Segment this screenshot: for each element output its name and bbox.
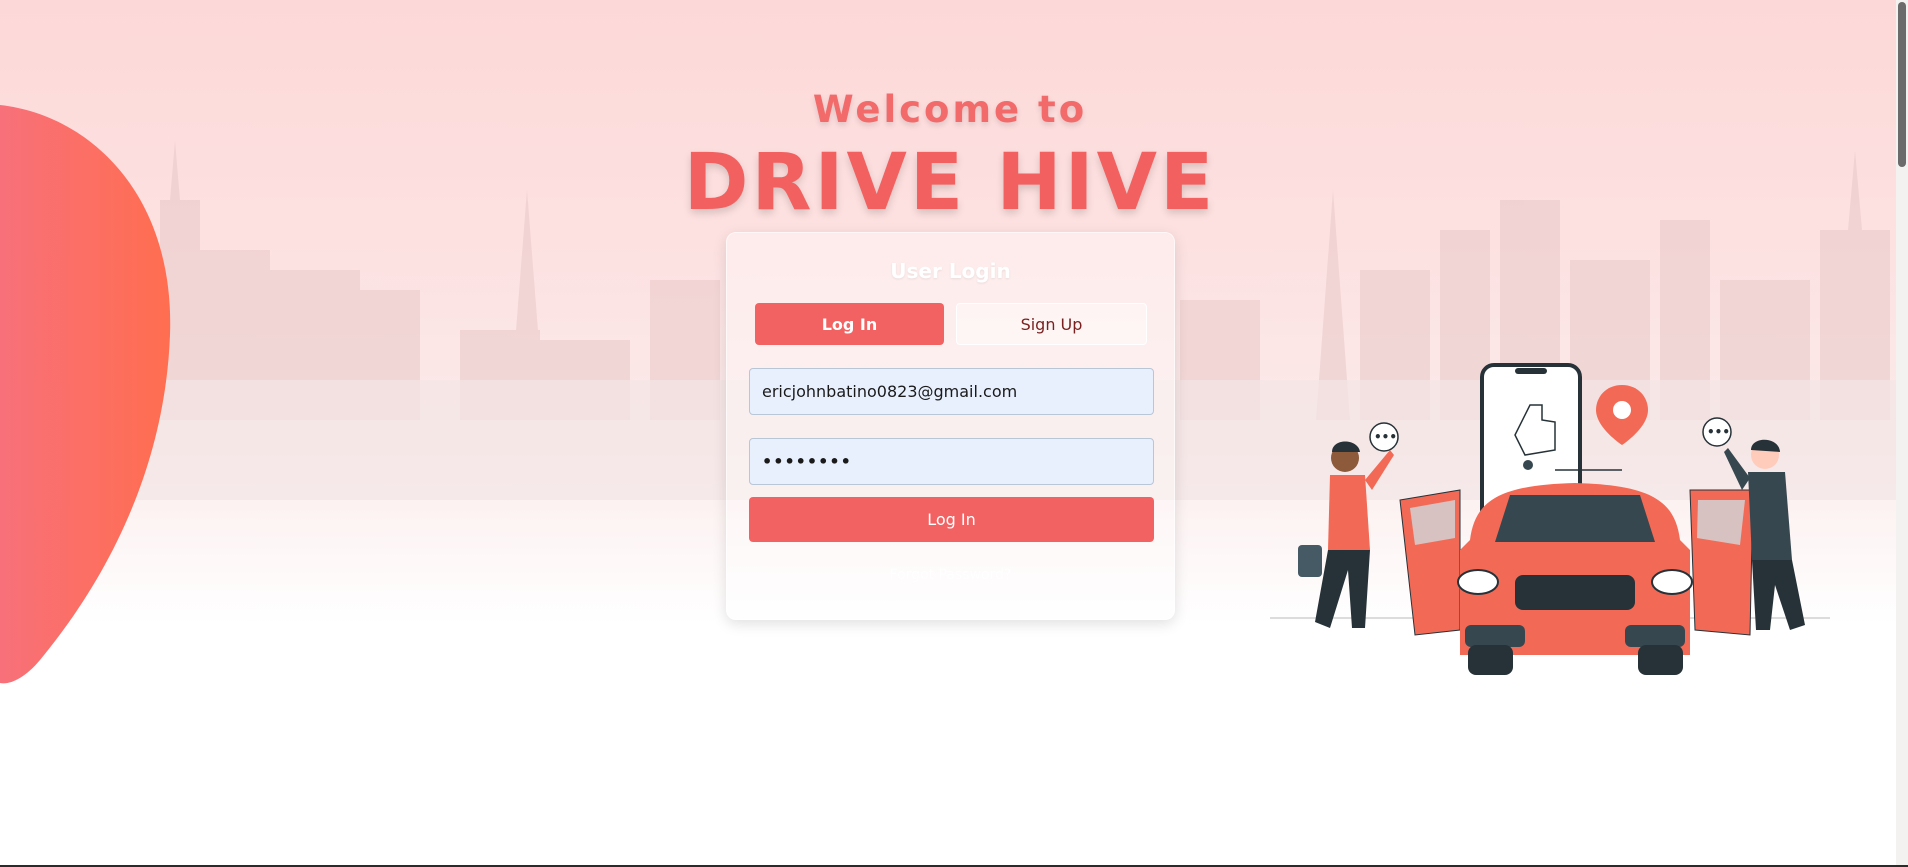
tab-login[interactable]: Log In: [755, 303, 944, 345]
welcome-heading: Welcome to: [812, 88, 1088, 131]
login-card: User Login Log In Sign Up ericjohnbatino…: [726, 232, 1175, 620]
svg-text:•••: •••: [1374, 430, 1397, 444]
brand-title: DRIVE HIVE: [683, 138, 1217, 228]
email-field[interactable]: ericjohnbatino0823@gmail.com: [749, 368, 1154, 415]
forgot-password-link[interactable]: Forgot Password?: [727, 567, 1174, 583]
login-button[interactable]: Log In: [749, 497, 1154, 542]
email-field-value: ericjohnbatino0823@gmail.com: [762, 382, 1018, 401]
car-icon: [1399, 483, 1754, 675]
car-illustration: ••• •••: [1270, 363, 1830, 675]
tab-signup[interactable]: Sign Up: [956, 303, 1147, 345]
person-icon: [1298, 441, 1394, 628]
scrollbar-thumb[interactable]: [1898, 2, 1906, 167]
password-field-value: ••••••••: [762, 452, 852, 471]
login-card-title: User Login: [890, 259, 1011, 283]
svg-text:•••: •••: [1707, 425, 1730, 439]
password-field[interactable]: ••••••••: [749, 438, 1154, 485]
scrollbar-track[interactable]: [1896, 0, 1908, 867]
